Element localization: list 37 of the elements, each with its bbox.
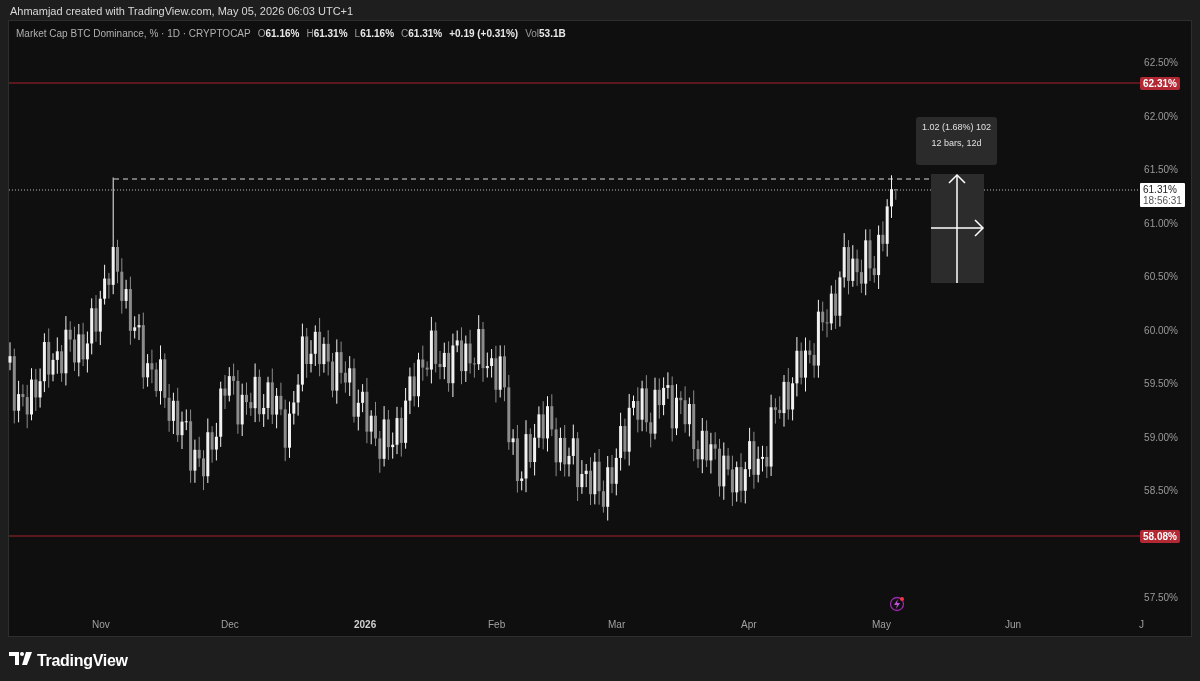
bar-countdown: 18:56:31: [1143, 195, 1182, 206]
measure-change: 1.02 (1.68%) 102: [921, 121, 991, 134]
time-label: Dec: [221, 620, 239, 630]
time-label: Nov: [92, 620, 110, 630]
time-label: 2026: [354, 620, 377, 630]
brand-name: TradingView: [37, 651, 128, 671]
ohlc-value: O61.16%: [257, 27, 300, 41]
time-label: J: [1139, 620, 1144, 630]
price-tick: 61.50%: [1144, 165, 1178, 175]
symbol-title: Market Cap BTC Dominance, % · 1D · CRYPTOCAP: [16, 27, 251, 41]
time-label: Mar: [608, 620, 626, 630]
volume-value: Vol53.1B: [525, 27, 566, 41]
time-label: Jun: [1005, 620, 1022, 630]
current-price: 61.31%: [1143, 184, 1178, 195]
price-tick: 60.50%: [1144, 272, 1178, 282]
time-label: May: [872, 620, 891, 630]
price-tick: 60.00%: [1144, 325, 1178, 336]
time-label: Feb: [488, 620, 506, 630]
price-tick: 59.50%: [1144, 379, 1178, 389]
chart-credit: Ahmamjad created with TradingView.com, May 05, 2026 06:03 UTC+1: [10, 4, 354, 19]
ohlc-value: C61.31%: [401, 27, 443, 41]
price-change: +0.19 (+0.31%): [449, 27, 519, 41]
measure-span: 12 bars, 12d: [931, 136, 982, 150]
logo-icon: [9, 652, 32, 665]
price-tick: 62.50%: [1144, 58, 1178, 68]
price-tick: 58.50%: [1144, 486, 1178, 496]
ohlc-value: L61.16%: [354, 27, 395, 41]
ohlc-value: H61.31%: [306, 27, 348, 41]
level-price-label: 58.08%: [1140, 530, 1180, 543]
price-tick: 61.00%: [1144, 218, 1178, 229]
time-label: Apr: [741, 620, 757, 630]
price-tick: 57.50%: [1144, 593, 1178, 603]
price-tick: 62.00%: [1144, 111, 1178, 122]
level-price-label: 62.31%: [1140, 77, 1180, 90]
right-arrow: [930, 219, 985, 237]
price-tick: 59.00%: [1144, 432, 1178, 443]
lightning-icon[interactable]: [889, 596, 905, 612]
